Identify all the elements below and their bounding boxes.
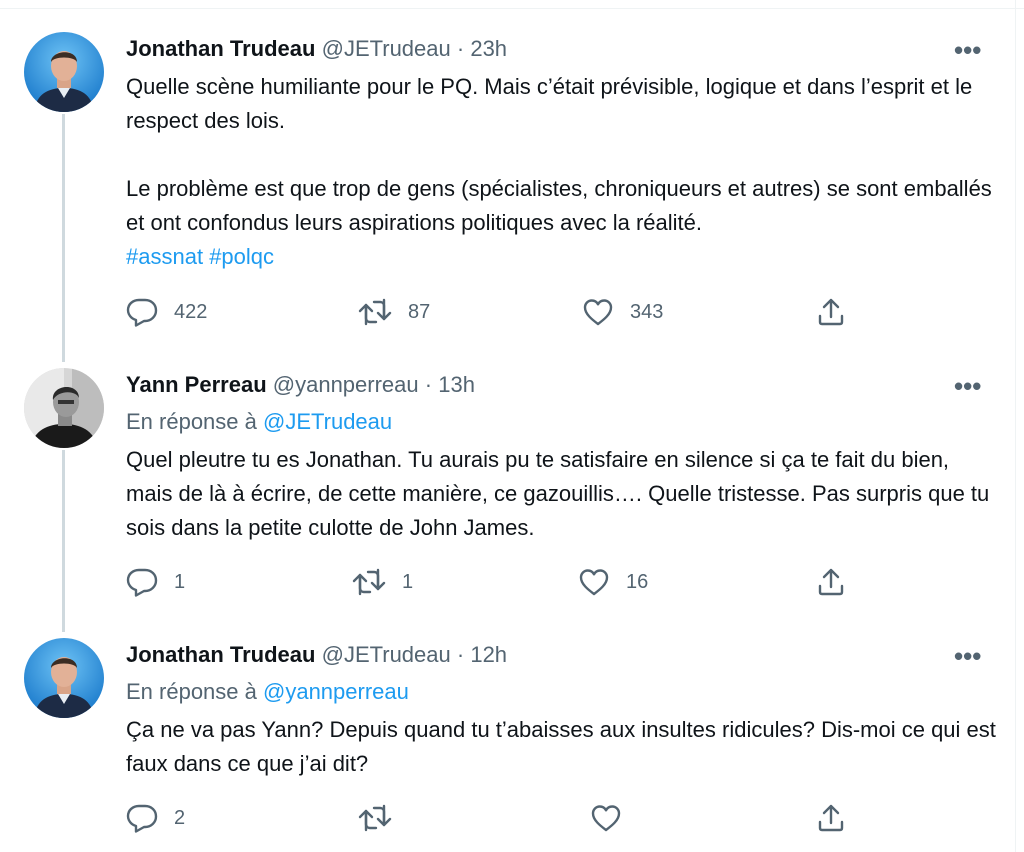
reply-to-handle[interactable]: @JETrudeau: [263, 409, 392, 434]
hashtag-link[interactable]: #assnat: [126, 244, 203, 269]
author-name[interactable]: Jonathan Trudeau: [126, 36, 315, 61]
more-icon[interactable]: •••: [954, 373, 981, 399]
separator-dot: ·: [424, 372, 433, 397]
tweet-text: Quelle scène humiliante pour le PQ. Mais…: [126, 70, 996, 274]
avatar[interactable]: [24, 368, 104, 448]
retweet-button[interactable]: 1: [352, 565, 413, 599]
share-button[interactable]: [816, 801, 846, 835]
like-icon: [590, 803, 622, 833]
right-divider: [1015, 0, 1016, 852]
like-button[interactable]: 343: [582, 295, 663, 329]
author-name[interactable]: Yann Perreau: [126, 372, 267, 397]
hashtag-line: #assnat #polqc: [126, 240, 996, 274]
author-name[interactable]: Jonathan Trudeau: [126, 642, 315, 667]
share-button[interactable]: [816, 295, 846, 329]
reply-context: En réponse à @yannperreau: [126, 679, 409, 705]
timestamp[interactable]: 13h: [438, 372, 475, 397]
reply-button[interactable]: 2: [126, 801, 185, 835]
tweet-paragraph: Quel pleutre tu es Jonathan. Tu aurais p…: [126, 447, 990, 540]
share-icon: [816, 297, 846, 327]
retweet-count: 1: [402, 570, 414, 593]
retweet-icon: [352, 567, 386, 597]
separator-dot: ·: [456, 36, 465, 61]
like-button[interactable]: 16: [578, 565, 648, 599]
tweet-header: Jonathan Trudeau @JETrudeau · 23h: [126, 36, 507, 62]
reply-to-handle[interactable]: @yannperreau: [263, 679, 409, 704]
like-count: 343: [630, 300, 664, 323]
timestamp[interactable]: 12h: [470, 642, 507, 667]
more-icon[interactable]: •••: [954, 643, 981, 669]
share-icon: [816, 803, 846, 833]
more-icon[interactable]: •••: [954, 37, 981, 63]
action-bar: 422 87 343: [126, 295, 866, 329]
tweet-header: Yann Perreau @yannperreau · 13h: [126, 372, 475, 398]
reply-button[interactable]: 1: [126, 565, 185, 599]
share-icon: [816, 567, 846, 597]
reply-context: En réponse à @JETrudeau: [126, 409, 392, 435]
tweet[interactable]: Yann Perreau @yannperreau · 13h ••• En r…: [0, 352, 1000, 632]
timestamp[interactable]: 23h: [470, 36, 507, 61]
tweet[interactable]: Jonathan Trudeau @JETrudeau · 12h ••• En…: [0, 622, 1000, 852]
action-bar: 1 1 16: [126, 565, 866, 599]
reply-icon: [126, 803, 158, 833]
avatar[interactable]: [24, 638, 104, 718]
retweet-icon: [358, 297, 392, 327]
author-handle[interactable]: @JETrudeau: [322, 36, 451, 61]
tweet-paragraph: Ça ne va pas Yann? Depuis quand tu t’aba…: [126, 717, 996, 776]
separator-dot: ·: [456, 642, 465, 667]
tweet-text: Quel pleutre tu es Jonathan. Tu aurais p…: [126, 443, 996, 545]
hashtag-link[interactable]: #polqc: [209, 244, 274, 269]
tweet-text: Ça ne va pas Yann? Depuis quand tu t’aba…: [126, 713, 996, 781]
reply-icon: [126, 297, 158, 327]
like-count: 16: [626, 570, 649, 593]
tweet[interactable]: Jonathan Trudeau @JETrudeau · 23h ••• Qu…: [0, 0, 1000, 352]
like-button[interactable]: [590, 801, 638, 835]
avatar[interactable]: [24, 32, 104, 112]
reply-count: 1: [174, 570, 186, 593]
reply-prefix: En réponse à: [126, 409, 257, 434]
reply-icon: [126, 567, 158, 597]
share-button[interactable]: [816, 565, 846, 599]
author-handle[interactable]: @yannperreau: [273, 372, 419, 397]
action-bar: 2: [126, 801, 866, 835]
reply-count: 422: [174, 300, 208, 323]
retweet-count: 87: [408, 300, 431, 323]
retweet-icon: [358, 803, 392, 833]
retweet-button[interactable]: 87: [358, 295, 430, 329]
tweet-header: Jonathan Trudeau @JETrudeau · 12h: [126, 642, 507, 668]
retweet-button[interactable]: [358, 801, 408, 835]
tweet-paragraph: Quelle scène humiliante pour le PQ. Mais…: [126, 74, 973, 133]
like-icon: [578, 567, 610, 597]
like-icon: [582, 297, 614, 327]
tweet-paragraph: Le problème est que trop de gens (spécia…: [126, 176, 992, 235]
author-handle[interactable]: @JETrudeau: [322, 642, 451, 667]
reply-count: 2: [174, 806, 186, 829]
reply-prefix: En réponse à: [126, 679, 257, 704]
reply-button[interactable]: 422: [126, 295, 207, 329]
